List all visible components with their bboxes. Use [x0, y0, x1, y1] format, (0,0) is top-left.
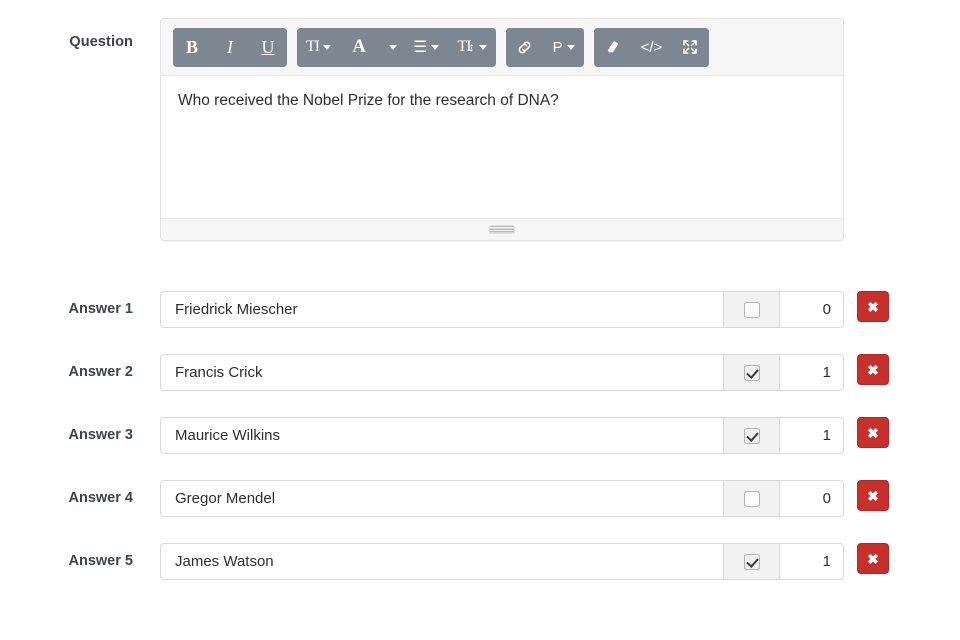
checkbox-icon	[743, 553, 760, 570]
question-label: Question	[69, 34, 133, 50]
answer-input-group	[160, 480, 844, 517]
delete-answer-button[interactable]: ✖	[857, 354, 889, 385]
tools-group: </>	[593, 27, 710, 67]
chevron-down-icon	[431, 44, 440, 50]
font-size-glyph: TI	[306, 38, 320, 55]
underline-icon[interactable]: U	[249, 27, 287, 67]
answer-text-input[interactable]	[160, 543, 723, 580]
delete-answer-button[interactable]: ✖	[857, 480, 889, 511]
answer-input-group	[160, 291, 844, 328]
answer-correct-checkbox[interactable]	[723, 417, 779, 454]
underline-glyph: U	[261, 36, 275, 57]
answer-text-input[interactable]	[160, 291, 723, 328]
answers-section: Answer 1 ✖ Answer 2 ✖	[0, 291, 960, 606]
answer-grade-input[interactable]	[779, 291, 844, 328]
resize-grip-icon[interactable]	[489, 225, 515, 234]
format-group: TI A ☰ TI ↕	[297, 27, 496, 67]
answer-row: Answer 4 ✖	[0, 480, 960, 543]
checkbox-icon	[743, 427, 760, 444]
alignment-icon[interactable]: ☰	[404, 27, 449, 67]
rich-text-editor: B I U TI A ☰ TI ↕ P </> Who received the…	[160, 18, 844, 241]
checkbox-icon	[743, 301, 760, 318]
answer-grade-input[interactable]	[779, 543, 844, 580]
source-code-glyph: </>	[640, 38, 663, 56]
question-section: Question B I U TI A ☰ TI ↕ P </> Who rec…	[0, 18, 960, 258]
paragraph-glyph: P	[552, 38, 563, 56]
answer-correct-checkbox[interactable]	[723, 543, 779, 580]
question-text-area[interactable]: Who received the Nobel Prize for the res…	[161, 76, 843, 218]
alignment-glyph: ☰	[413, 39, 428, 56]
answer-input-group	[160, 543, 844, 580]
answer-label: Answer 2	[68, 364, 133, 380]
bold-icon[interactable]: B	[173, 27, 211, 67]
italic-glyph: I	[227, 36, 233, 57]
answer-grade-input[interactable]	[779, 354, 844, 391]
answer-text-input[interactable]	[160, 354, 723, 391]
line-height-icon[interactable]: TI ↕	[448, 27, 496, 67]
chevron-down-icon	[323, 44, 332, 50]
line-height-arrow-icon: ↕	[468, 39, 475, 54]
answer-input-group	[160, 417, 844, 454]
answer-label: Answer 3	[68, 427, 133, 443]
chevron-down-icon	[566, 44, 575, 50]
question-editor-page: Question B I U TI A ☰ TI ↕ P </> Who rec…	[0, 0, 960, 640]
delete-answer-button[interactable]: ✖	[857, 417, 889, 448]
answer-label: Answer 4	[68, 490, 133, 506]
insert-group: P	[505, 27, 584, 67]
answer-label: Answer 5	[68, 553, 133, 569]
answer-text-input[interactable]	[160, 480, 723, 517]
checkbox-icon	[743, 364, 760, 381]
editor-toolbar: B I U TI A ☰ TI ↕ P </>	[161, 19, 843, 76]
answer-row: Answer 5 ✖	[0, 543, 960, 606]
delete-answer-button[interactable]: ✖	[857, 291, 889, 322]
bold-glyph: B	[185, 36, 198, 57]
fullscreen-icon[interactable]	[671, 27, 710, 67]
text-style-group: B I U	[173, 27, 287, 67]
answer-row: Answer 3 ✖	[0, 417, 960, 480]
editor-resize-bar[interactable]	[161, 218, 843, 240]
paragraph-format-icon[interactable]: P	[543, 27, 584, 67]
text-color-glyph: A	[352, 36, 366, 57]
text-color-icon[interactable]: A	[340, 27, 379, 67]
eraser-icon[interactable]	[593, 27, 632, 67]
color-picker-caret-icon[interactable]	[378, 27, 405, 67]
italic-icon[interactable]: I	[211, 27, 249, 67]
link-icon[interactable]	[505, 27, 544, 67]
checkbox-icon	[743, 490, 760, 507]
chevron-down-icon	[389, 44, 398, 50]
font-size-icon[interactable]: TI	[297, 27, 341, 67]
answer-row: Answer 1 ✖	[0, 291, 960, 354]
delete-answer-button[interactable]: ✖	[857, 543, 889, 574]
answer-correct-checkbox[interactable]	[723, 291, 779, 328]
source-code-icon[interactable]: </>	[631, 27, 672, 67]
answer-row: Answer 2 ✖	[0, 354, 960, 417]
answer-text-input[interactable]	[160, 417, 723, 454]
answer-input-group	[160, 354, 844, 391]
answer-grade-input[interactable]	[779, 417, 844, 454]
answer-correct-checkbox[interactable]	[723, 480, 779, 517]
answer-grade-input[interactable]	[779, 480, 844, 517]
answer-correct-checkbox[interactable]	[723, 354, 779, 391]
chevron-down-icon	[478, 44, 487, 50]
answer-label: Answer 1	[68, 301, 133, 317]
